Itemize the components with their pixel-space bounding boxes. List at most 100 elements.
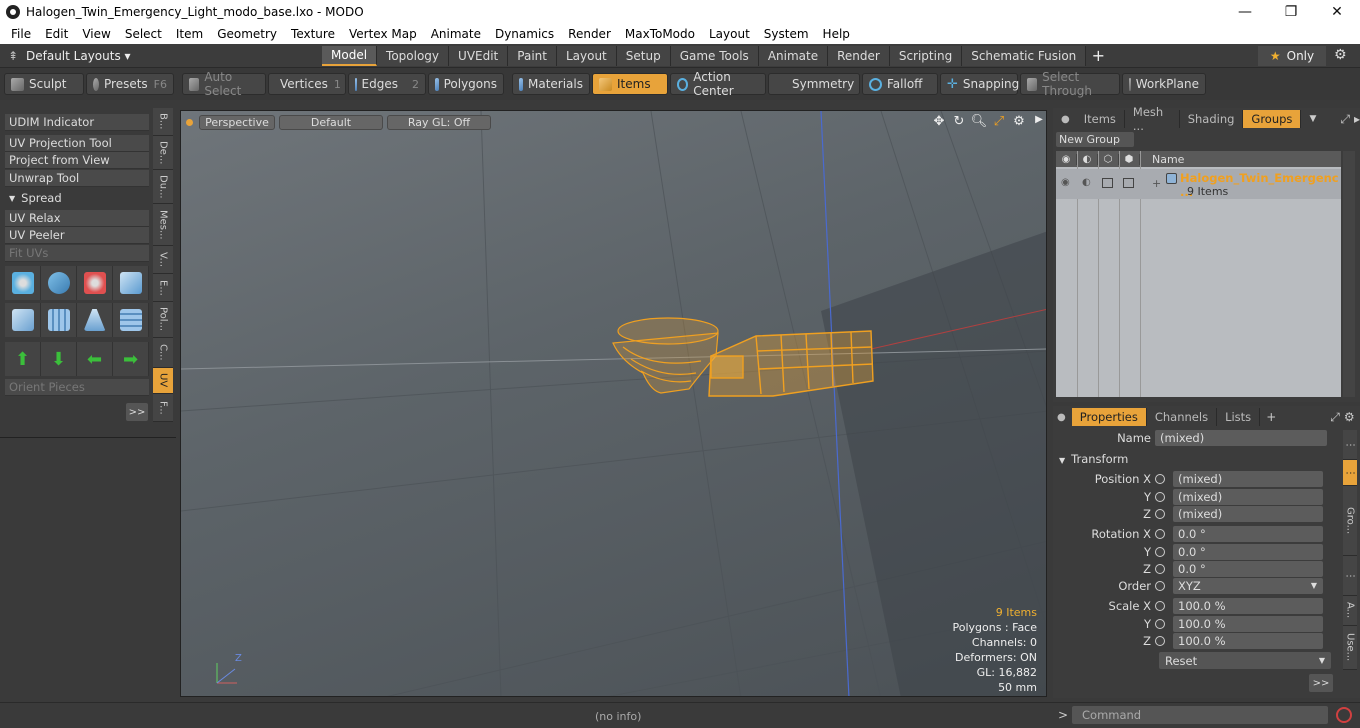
rvtab-user[interactable]: Use... (1343, 626, 1357, 670)
action-center-button[interactable]: Action Center (670, 70, 766, 98)
uv-transform-tool[interactable] (113, 266, 149, 300)
groups-scrollbar[interactable] (1343, 151, 1355, 397)
position-x-field[interactable]: (mixed) (1173, 470, 1323, 487)
select-through-button[interactable]: Select Through (1020, 70, 1120, 98)
shading-dropdown[interactable]: Default (279, 114, 383, 130)
viewport-expand-icon[interactable]: ▶ (1029, 114, 1046, 129)
eye-icon[interactable]: ◉ (1056, 153, 1077, 165)
auto-select-button[interactable]: Auto Select (182, 70, 266, 98)
tab-game-tools[interactable]: Game Tools (670, 45, 759, 66)
tab-animate[interactable]: Animate (758, 45, 829, 66)
items-button[interactable]: Items (592, 73, 668, 95)
anim-dot[interactable] (1155, 528, 1165, 539)
command-arrow-icon[interactable]: > (1058, 708, 1068, 722)
rotation-y-field[interactable]: 0.0 ° (1173, 543, 1323, 560)
spread-section[interactable]: ▼ Spread (5, 190, 149, 206)
tab-shading[interactable]: Shading (1180, 110, 1244, 128)
sculpt-button[interactable]: Sculpt (4, 73, 84, 95)
tab-scripting[interactable]: Scripting (889, 45, 963, 66)
symmetry-button[interactable]: Symmetry (768, 73, 860, 95)
anim-dot[interactable] (1155, 635, 1165, 646)
row-eye-icon[interactable]: ◉ (1061, 177, 1070, 188)
vtab-duplicate[interactable]: Du... (153, 170, 173, 204)
pan-icon[interactable]: ✥ (929, 114, 949, 129)
anim-dot[interactable] (1155, 563, 1165, 574)
command-input[interactable]: Command (1072, 706, 1328, 724)
viewport-menu-dot[interactable] (186, 118, 193, 126)
anim-dot[interactable] (1155, 580, 1165, 591)
workplane-button[interactable]: WorkPlane (1122, 73, 1206, 95)
menu-vertex-map[interactable]: Vertex Map (342, 27, 424, 41)
menu-select[interactable]: Select (118, 27, 169, 41)
menu-render[interactable]: Render (561, 27, 618, 41)
menu-system[interactable]: System (757, 27, 816, 41)
add-tab-icon[interactable]: + (1266, 410, 1276, 424)
render-icon[interactable]: ◐ (1077, 153, 1098, 165)
tab-layout[interactable]: Layout (556, 45, 617, 66)
scale-y-field[interactable]: 100.0 % (1173, 615, 1323, 632)
reset-dropdown[interactable]: Reset ▼ (1159, 652, 1331, 669)
raygl-toggle[interactable]: Ray GL: Off (387, 114, 491, 130)
uv-align-right[interactable]: ➡ (113, 342, 149, 376)
menu-edit[interactable]: Edit (38, 27, 75, 41)
vertices-button[interactable]: Vertices 1 (268, 73, 346, 95)
vtab-curve[interactable]: C... (153, 338, 173, 368)
order-dropdown[interactable]: XYZ ▼ (1173, 577, 1323, 594)
zoom-icon[interactable]: 🔍︎ (969, 114, 989, 129)
menu-help[interactable]: Help (816, 27, 857, 41)
stop-icon[interactable] (1336, 707, 1352, 723)
tab-setup[interactable]: Setup (616, 45, 671, 66)
anim-dot[interactable] (1155, 508, 1165, 519)
tab-uvedit[interactable]: UVEdit (449, 45, 509, 66)
panel-dot-icon[interactable]: ● (1061, 114, 1070, 125)
rvtab-assembly[interactable]: A... (1343, 596, 1357, 626)
viewport-gear-icon[interactable]: ⚙ (1009, 114, 1029, 129)
uv-relax-button[interactable]: UV Relax (5, 210, 149, 227)
row-lock-checkbox[interactable] (1102, 178, 1113, 188)
fit-icon[interactable]: ⤢ (989, 114, 1009, 129)
properties-gear-icon[interactable]: ⚙ (1344, 410, 1355, 424)
uv-align-down[interactable]: ⬇ (41, 342, 77, 376)
menu-animate[interactable]: Animate (424, 27, 488, 41)
anim-dot[interactable] (1155, 618, 1165, 629)
uv-rotate-tool[interactable] (41, 266, 77, 300)
gear-icon[interactable]: ⚙ (1334, 47, 1347, 63)
uv-mesh-tool[interactable] (5, 303, 41, 337)
vtab-edge[interactable]: E... (153, 274, 173, 302)
row-render-icon[interactable]: ◐ (1082, 177, 1091, 188)
menu-geometry[interactable]: Geometry (210, 27, 284, 41)
select-icon[interactable]: ⬢ (1119, 153, 1140, 165)
menu-item[interactable]: Item (169, 27, 210, 41)
rvtab-2[interactable]: ⋮ (1343, 460, 1357, 486)
group-row[interactable]: ◉ ◐ + Halogen_Twin_Emergenc ... 9 Items (1056, 169, 1341, 199)
pin-icon[interactable]: ⇞ (0, 49, 26, 63)
project-from-view-button[interactable]: Project from View (5, 152, 149, 169)
tab-render[interactable]: Render (828, 45, 890, 66)
anim-dot[interactable] (1155, 473, 1165, 484)
menu-layout[interactable]: Layout (702, 27, 757, 41)
left-more-button[interactable]: >> (126, 403, 148, 421)
unwrap-tool-button[interactable]: Unwrap Tool (5, 170, 149, 187)
tab-dropdown-icon[interactable]: ▼ (1309, 114, 1316, 124)
panel-dot-icon[interactable]: ● (1057, 412, 1066, 423)
tab-mesh[interactable]: Mesh ... (1125, 105, 1180, 133)
uv-perspective-tool[interactable] (77, 303, 113, 337)
menu-file[interactable]: File (4, 27, 38, 41)
anim-dot[interactable] (1155, 546, 1165, 557)
edges-button[interactable]: Edges 2 (348, 73, 426, 95)
menu-maxtomodo[interactable]: MaxToModo (618, 27, 702, 41)
tab-schematic-fusion[interactable]: Schematic Fusion (962, 45, 1087, 66)
view-type-dropdown[interactable]: Perspective (199, 114, 275, 130)
orbit-icon[interactable]: ↻ (949, 114, 969, 129)
rvtab-3[interactable]: ⋮ (1343, 556, 1357, 596)
anim-dot[interactable] (1155, 491, 1165, 502)
tab-topology[interactable]: Topology (377, 45, 450, 66)
tab-groups[interactable]: Groups (1243, 110, 1302, 128)
expand-panel-icon[interactable]: ⤢ (1330, 410, 1340, 425)
snapping-button[interactable]: ✛ Snapping (940, 73, 1019, 95)
uv-grid-tool[interactable] (41, 303, 77, 337)
transform-section[interactable]: ▼ Transform (1059, 452, 1128, 466)
rotation-z-field[interactable]: 0.0 ° (1173, 560, 1323, 577)
default-layouts-dropdown[interactable]: Default Layouts ▾ (26, 49, 322, 63)
uv-align-left[interactable]: ⬅ (77, 342, 113, 376)
